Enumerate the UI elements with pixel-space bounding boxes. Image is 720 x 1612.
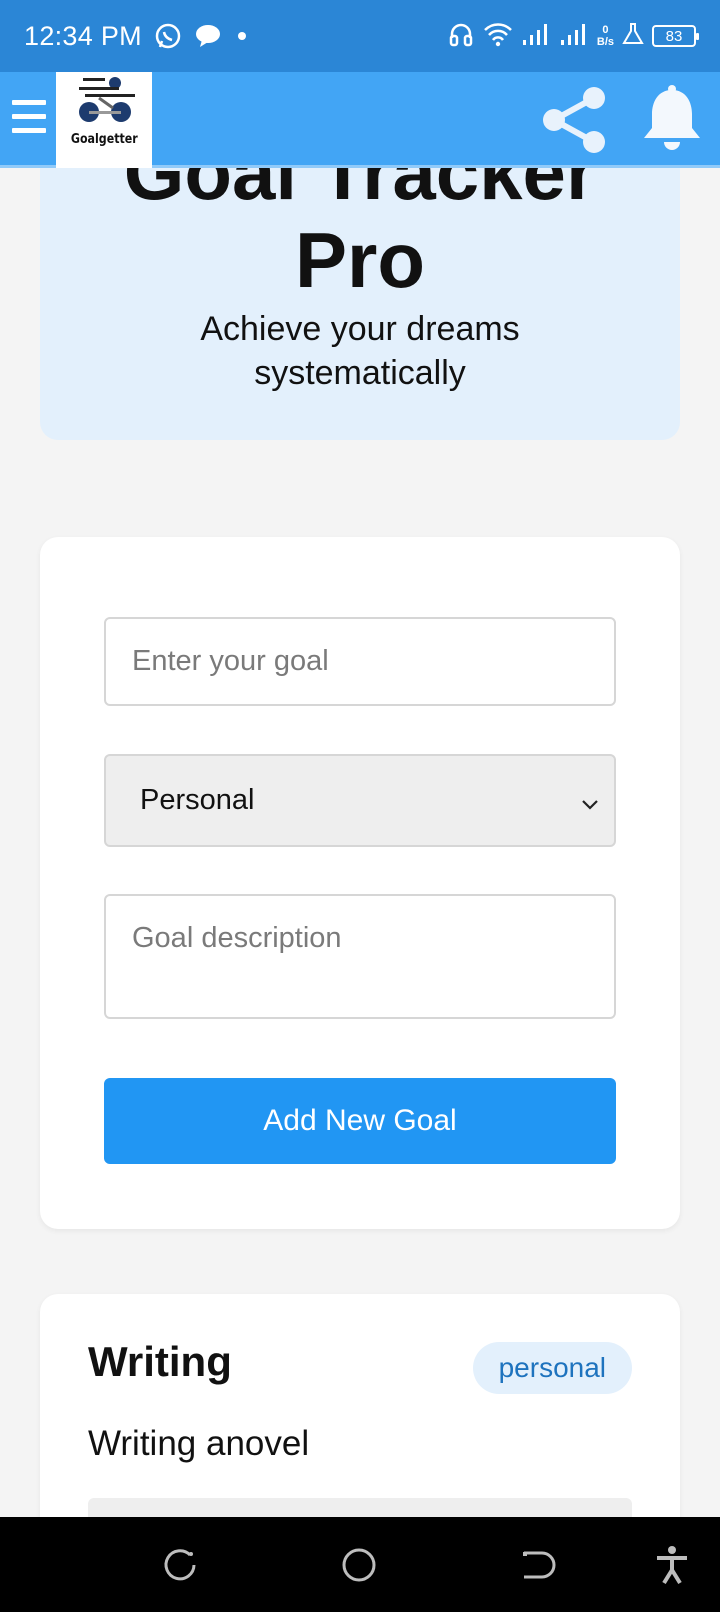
main-content[interactable]: Goal Tracker Pro Achieve your dreams sys…	[0, 168, 720, 1517]
hero-subtitle-line2: systematically	[254, 354, 466, 392]
category-select[interactable]: Personal	[104, 754, 616, 847]
chevron-down-icon	[580, 790, 600, 823]
signal-icon	[559, 22, 589, 51]
goalgetter-logo-icon	[79, 77, 135, 122]
headphones-icon	[447, 20, 475, 53]
category-badge: personal	[472, 1342, 632, 1394]
back-icon[interactable]	[518, 1545, 558, 1585]
goal-title: Writing	[88, 1338, 232, 1385]
logo-text: Goalgetter	[70, 132, 138, 147]
status-bar: 12:34 PM 0 B/s 83	[0, 0, 720, 72]
net-speed: 0 B/s	[597, 24, 614, 48]
app-logo[interactable]: Goalgetter	[56, 72, 152, 168]
accessibility-icon[interactable]	[654, 1545, 694, 1585]
home-icon[interactable]	[339, 1545, 379, 1585]
signal-icon	[521, 22, 551, 51]
goal-input[interactable]	[104, 617, 616, 706]
hero-title-line2: Pro	[294, 216, 426, 304]
flask-icon	[622, 22, 644, 51]
status-time: 12:34 PM	[24, 20, 142, 51]
category-selected-value: Personal	[140, 784, 255, 816]
net-speed-value: 0	[602, 24, 609, 36]
hero-title: Goal Tracker Pro	[40, 168, 680, 304]
bell-icon[interactable]	[640, 84, 704, 156]
chat-bubble-icon	[194, 23, 222, 49]
dot-icon	[234, 28, 250, 44]
hero-subtitle-line1: Achieve your dreams	[200, 310, 520, 348]
system-nav-bar	[0, 1517, 720, 1612]
hero-subtitle: Achieve your dreams systematically	[40, 307, 680, 395]
share-icon[interactable]	[540, 84, 612, 156]
goal-progress-bar	[88, 1498, 632, 1517]
recent-apps-icon[interactable]	[160, 1545, 200, 1585]
app-bar: Goalgetter	[0, 72, 720, 168]
goal-card[interactable]: Writing personal Writing anovel	[40, 1294, 680, 1517]
hero-title-line1: Goal Tracker	[123, 168, 597, 216]
add-new-goal-button[interactable]: Add New Goal	[104, 1078, 616, 1164]
battery-icon: 83	[652, 25, 699, 47]
goal-description-field[interactable]	[104, 894, 616, 1019]
add-goal-form: Personal Add New Goal	[40, 537, 680, 1229]
whatsapp-icon	[154, 22, 182, 50]
wifi-icon	[483, 21, 513, 52]
hamburger-menu-icon[interactable]	[12, 100, 46, 140]
net-speed-unit: B/s	[596, 36, 614, 48]
goal-description: Writing anovel	[88, 1424, 310, 1463]
hero-banner: Goal Tracker Pro Achieve your dreams sys…	[40, 168, 680, 440]
battery-level: 83	[665, 27, 683, 45]
